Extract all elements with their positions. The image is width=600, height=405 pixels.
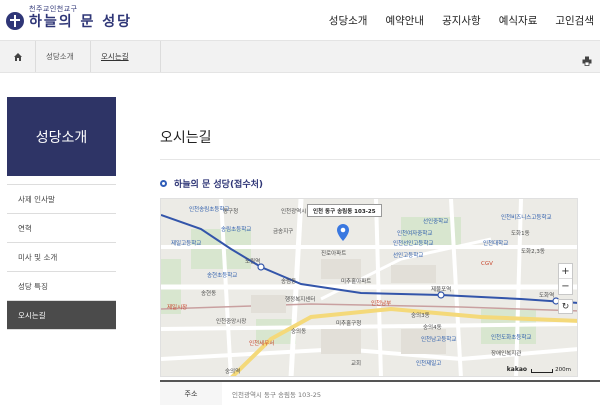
map[interactable]: 인천송림초등학교 금송지구 진로아파트 송림동 인천여자중학교 선인고등학교 도… [160, 198, 578, 377]
breadcrumb-item-about[interactable]: 성당소개 [36, 41, 91, 72]
map-place-label: 동구청 [223, 209, 239, 215]
map-reset-button[interactable]: ↻ [558, 299, 573, 314]
map-place-label: 장애인복지관 [491, 351, 522, 357]
nav-item-notice[interactable]: 공지사항 [442, 13, 481, 28]
nav-item-search[interactable]: 고인검색 [555, 13, 594, 28]
map-place-label: 숭의동 [291, 329, 307, 335]
sidebar-title: 성당소개 [7, 97, 116, 176]
breadcrumb-item-directions[interactable]: 오시는길 [91, 41, 161, 72]
map-scale: 200m [531, 367, 571, 373]
logo-title: 하늘의 문 성당 [29, 14, 133, 30]
sidebar: 성당소개 사제 인사말 연혁 미사 및 소개 성당 특징 오시는길 [7, 97, 116, 330]
nav-item-ritual[interactable]: 예식자료 [499, 13, 538, 28]
sidebar-item-directions[interactable]: 오시는길 [7, 301, 116, 330]
map-place-label: 인천중앙시장 [216, 319, 247, 325]
map-place-label: 숭의역 [225, 369, 241, 375]
map-place-label: 숭의3동 [411, 313, 430, 319]
map-place-label: 행정복지센터 [285, 297, 316, 303]
printer-icon[interactable] [582, 51, 592, 66]
logo[interactable]: 천주교인천교구 하늘의 문 성당 [6, 5, 132, 31]
logo-subtitle: 천주교인천교구 [29, 5, 78, 13]
map-place-label: 인천여자중학교 [397, 231, 433, 237]
sidebar-menu: 사제 인사말 연혁 미사 및 소개 성당 특징 오시는길 [7, 184, 116, 330]
cross-icon [6, 12, 24, 30]
map-place-label: 인천광역시 [281, 209, 307, 215]
header: 천주교인천교구 하늘의 문 성당 성당소개 예약안내 공지사항 예식자료 고인검… [0, 0, 600, 40]
address-row: 주소 인천광역시 동구 송림동 103-25 [160, 380, 600, 405]
location-pin-icon[interactable] [337, 224, 349, 241]
nav-item-about[interactable]: 성당소개 [329, 13, 368, 28]
map-place-label: 금송지구 [273, 229, 294, 235]
breadcrumb: 성당소개 오시는길 [0, 40, 600, 73]
map-place-label: 제일고등학교 [171, 241, 202, 247]
map-place-label: 인천남부 [371, 301, 392, 307]
map-place-label: 선인고등학교 [393, 253, 424, 259]
map-place-label: CGV [481, 261, 493, 267]
map-place-label: 인천비즈니스고등학교 [501, 215, 552, 221]
zoom-in-button[interactable]: + [559, 264, 572, 279]
page-title: 오시는길 [160, 130, 212, 146]
map-place-label: 인천세무서 [249, 341, 275, 347]
sidebar-item-features[interactable]: 성당 특징 [7, 272, 116, 301]
map-place-label: 인천도화초등학교 [491, 335, 532, 341]
map-place-label: 숭의4동 [423, 325, 442, 331]
sidebar-item-greeting[interactable]: 사제 인사말 [7, 185, 116, 214]
sidebar-item-history[interactable]: 연혁 [7, 214, 116, 243]
map-place-label: 제일시장 [167, 305, 188, 311]
map-place-label: 송현초등학교 [207, 273, 238, 279]
map-place-label: 도원역 [245, 259, 261, 265]
map-place-label: 인천남고등학교 [421, 337, 457, 343]
nav-item-reservation[interactable]: 예약안내 [385, 13, 424, 28]
map-place-label: 진로아파트 [321, 251, 347, 257]
map-place-label: 인천대학교 [483, 241, 509, 247]
divider [160, 159, 600, 160]
zoom-out-button[interactable]: − [559, 279, 572, 294]
main-content: 오시는길 하늘의 문 성당(접수처) 인천송림초등학교 금송지구 진로아파트 송… [138, 97, 600, 405]
sidebar-item-mass[interactable]: 미사 및 소개 [7, 243, 116, 272]
map-address-tooltip: 인천 동구 송림동 103-25 [307, 204, 382, 217]
main-nav: 성당소개 예약안내 공지사항 예식자료 고인검색 [329, 0, 600, 40]
map-place-label: 도화2,3동 [521, 249, 545, 255]
map-place-label: 도화역 [539, 293, 555, 299]
map-place-label: 미추홀아파트 [341, 279, 372, 285]
map-place-label: 교회 [351, 361, 362, 367]
map-place-label: 송림초등학교 [221, 227, 252, 233]
map-place-label: 제물포역 [431, 287, 452, 293]
map-place-label: 인천선인고등학교 [393, 241, 434, 247]
map-place-label: 인천제일고 [416, 361, 442, 367]
map-place-label: 송현동 [201, 291, 217, 297]
address-label: 주소 [160, 382, 222, 405]
address-value: 인천광역시 동구 송림동 103-25 [232, 390, 322, 399]
map-place-label: 도화1동 [511, 231, 530, 237]
section-heading: 하늘의 문 성당(접수처) [160, 177, 263, 190]
bullet-icon [160, 180, 167, 187]
map-place-label: 선인중학교 [423, 219, 449, 225]
map-place-label: 미추홀구청 [336, 321, 362, 327]
home-icon[interactable] [0, 41, 36, 72]
map-place-label: 송림동 [281, 279, 297, 285]
map-provider-logo: kakao [506, 366, 527, 373]
zoom-control: + − [558, 263, 573, 295]
